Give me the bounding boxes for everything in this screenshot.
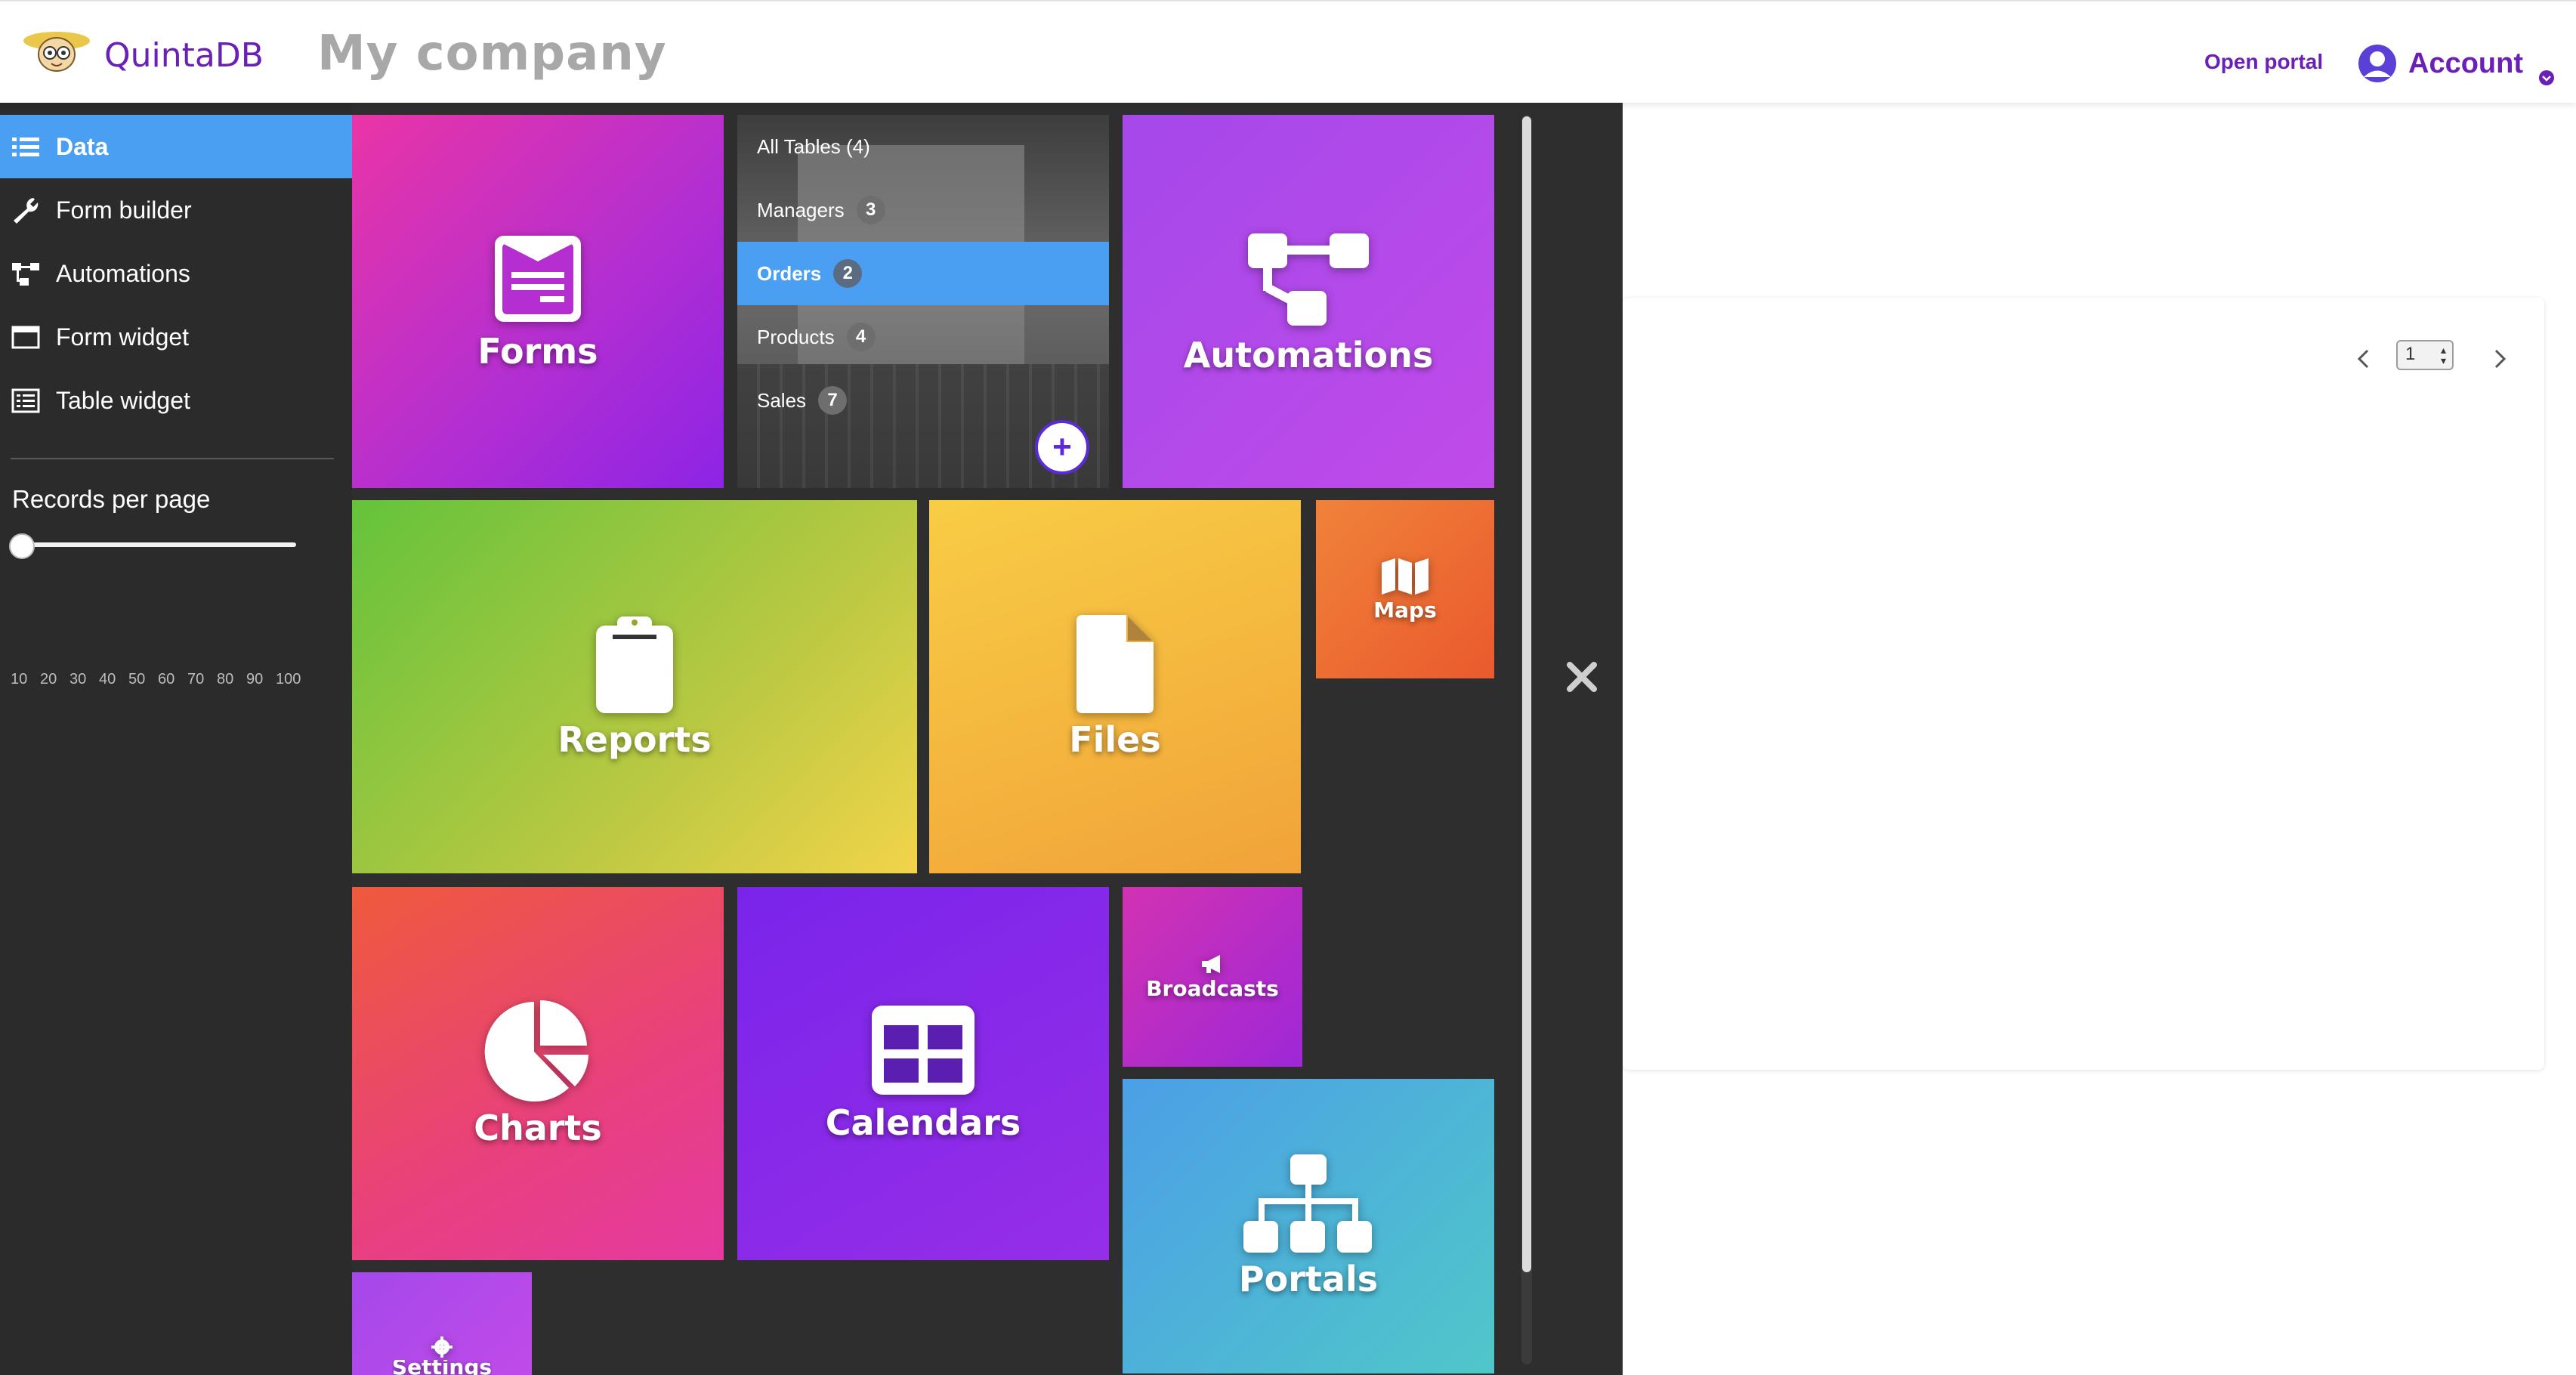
tile-portals[interactable]: Portals bbox=[1123, 1079, 1494, 1373]
tile-label: Calendars bbox=[825, 1102, 1021, 1143]
records-per-page-slider-handle[interactable] bbox=[9, 533, 35, 559]
tile-label: Broadcasts bbox=[1146, 975, 1279, 1001]
file-icon bbox=[1076, 615, 1154, 713]
tile-settings[interactable]: Settings bbox=[352, 1272, 532, 1375]
brand-name[interactable]: QuintaDB bbox=[104, 36, 264, 75]
sitemap-icon bbox=[1248, 233, 1369, 326]
slider-tick: 100 bbox=[276, 671, 301, 688]
tile-label: Settings bbox=[391, 1360, 493, 1375]
tile-label: Charts bbox=[474, 1108, 602, 1148]
map-icon bbox=[1382, 558, 1429, 595]
panel-scrollbar-thumb[interactable] bbox=[1522, 116, 1531, 1272]
top-header: QuintaDB My company Open portal Account bbox=[0, 0, 2576, 103]
org-chart-icon bbox=[1243, 1154, 1372, 1253]
company-title[interactable]: My company bbox=[317, 26, 667, 82]
table-row-products[interactable]: Products 4 bbox=[737, 305, 1109, 369]
content-card: 1 ▴ ▾ bbox=[1623, 298, 2544, 1070]
tile-broadcasts[interactable]: Broadcasts bbox=[1123, 887, 1302, 1067]
slider-tick: 30 bbox=[69, 671, 87, 688]
sidebar-item-label: Data bbox=[56, 132, 109, 160]
tile-label: Portals bbox=[1238, 1259, 1379, 1299]
close-icon[interactable] bbox=[1564, 659, 1600, 695]
table-count-badge: 2 bbox=[833, 259, 863, 288]
table-name: Managers bbox=[757, 198, 845, 221]
page-select-value: 1 bbox=[2405, 344, 2416, 364]
form-document-icon bbox=[495, 236, 581, 322]
tile-label: Files bbox=[1069, 719, 1161, 760]
tile-calendars[interactable]: Calendars bbox=[737, 887, 1109, 1260]
tile-label: Automations bbox=[1183, 335, 1434, 375]
gear-icon bbox=[431, 1336, 452, 1358]
user-avatar-icon bbox=[2358, 45, 2396, 82]
select-arrows-icon: ▴ ▾ bbox=[2440, 344, 2446, 366]
table-count-badge: 7 bbox=[818, 386, 848, 415]
slider-tick: 70 bbox=[187, 671, 205, 688]
tile-files[interactable]: Files bbox=[929, 500, 1301, 873]
slider-tick: 90 bbox=[246, 671, 264, 688]
sidebar-item-label: Automations bbox=[56, 259, 190, 287]
account-menu[interactable]: Account bbox=[2357, 42, 2554, 85]
sidebar-item-form-builder[interactable]: Form builder bbox=[0, 178, 352, 242]
table-row-managers[interactable]: Managers 3 bbox=[737, 178, 1109, 242]
tile-tables[interactable]: All Tables (4) Managers 3 Orders 2 Produ… bbox=[737, 115, 1109, 488]
table-count-badge: 4 bbox=[846, 323, 876, 351]
slider-tick: 80 bbox=[217, 671, 234, 688]
sidebar-item-data[interactable]: Data bbox=[0, 115, 352, 178]
table-count-badge: 3 bbox=[856, 196, 885, 224]
pie-chart-icon bbox=[484, 1000, 588, 1102]
slider-tick: 60 bbox=[158, 671, 175, 688]
window-icon bbox=[11, 326, 40, 349]
records-per-page-slider-track[interactable] bbox=[15, 542, 296, 547]
records-per-page-title: Records per page bbox=[12, 485, 211, 513]
left-sidebar: Data Form builder Automations Form widge… bbox=[0, 103, 352, 1375]
sidebar-item-automations[interactable]: Automations bbox=[0, 242, 352, 305]
page-select[interactable]: 1 ▴ ▾ bbox=[2396, 340, 2454, 370]
table-row-orders[interactable]: Orders 2 bbox=[737, 242, 1109, 305]
sitemap-icon bbox=[12, 263, 39, 286]
tile-charts[interactable]: Charts bbox=[352, 887, 724, 1260]
tile-label: Forms bbox=[477, 331, 598, 372]
megaphone-icon bbox=[1202, 954, 1220, 973]
tile-automations[interactable]: Automations bbox=[1123, 115, 1494, 488]
tile-label: Maps bbox=[1373, 597, 1437, 623]
tile-label: Reports bbox=[558, 719, 712, 760]
table-name: Sales bbox=[757, 388, 807, 412]
list-icon bbox=[12, 138, 39, 156]
table-list-icon bbox=[11, 388, 40, 413]
all-tables-link[interactable]: All Tables (4) bbox=[737, 115, 1109, 178]
sidebar-item-label: Table widget bbox=[56, 386, 190, 414]
open-portal-link[interactable]: Open portal bbox=[2204, 50, 2323, 74]
records-per-page-ticks: 10 20 30 40 50 60 70 80 90 100 bbox=[11, 671, 313, 688]
tile-maps[interactable]: Maps bbox=[1316, 500, 1494, 678]
plus-icon: + bbox=[1052, 428, 1072, 465]
calendar-icon bbox=[872, 1006, 974, 1095]
quintadb-logo-icon[interactable] bbox=[20, 27, 94, 74]
tile-forms[interactable]: Forms bbox=[352, 115, 724, 488]
chevron-right-icon[interactable] bbox=[2488, 348, 2511, 370]
sidebar-item-form-widget[interactable]: Form widget bbox=[0, 305, 352, 369]
chevron-down-icon bbox=[2539, 70, 2554, 85]
clipboard-icon bbox=[596, 616, 673, 713]
slider-tick: 10 bbox=[11, 671, 28, 688]
slider-tick: 50 bbox=[128, 671, 146, 688]
sidebar-item-label: Form widget bbox=[56, 323, 190, 351]
tile-reports[interactable]: Reports bbox=[352, 500, 917, 873]
add-table-button[interactable]: + bbox=[1035, 420, 1089, 474]
table-name: Orders bbox=[757, 261, 822, 285]
sidebar-item-table-widget[interactable]: Table widget bbox=[0, 369, 352, 432]
sidebar-item-label: Form builder bbox=[56, 196, 192, 224]
slider-tick: 40 bbox=[99, 671, 116, 688]
table-name: Products bbox=[757, 325, 835, 348]
account-label: Account bbox=[2408, 47, 2523, 79]
chevron-left-icon[interactable] bbox=[2352, 348, 2375, 370]
all-tables-label: All Tables (4) bbox=[757, 134, 870, 158]
wrench-icon bbox=[14, 198, 39, 224]
slider-tick: 20 bbox=[40, 671, 57, 688]
apps-menu-panel: Forms All Tables (4) Managers 3 Orders 2… bbox=[352, 103, 1623, 1375]
sidebar-divider bbox=[11, 458, 334, 459]
